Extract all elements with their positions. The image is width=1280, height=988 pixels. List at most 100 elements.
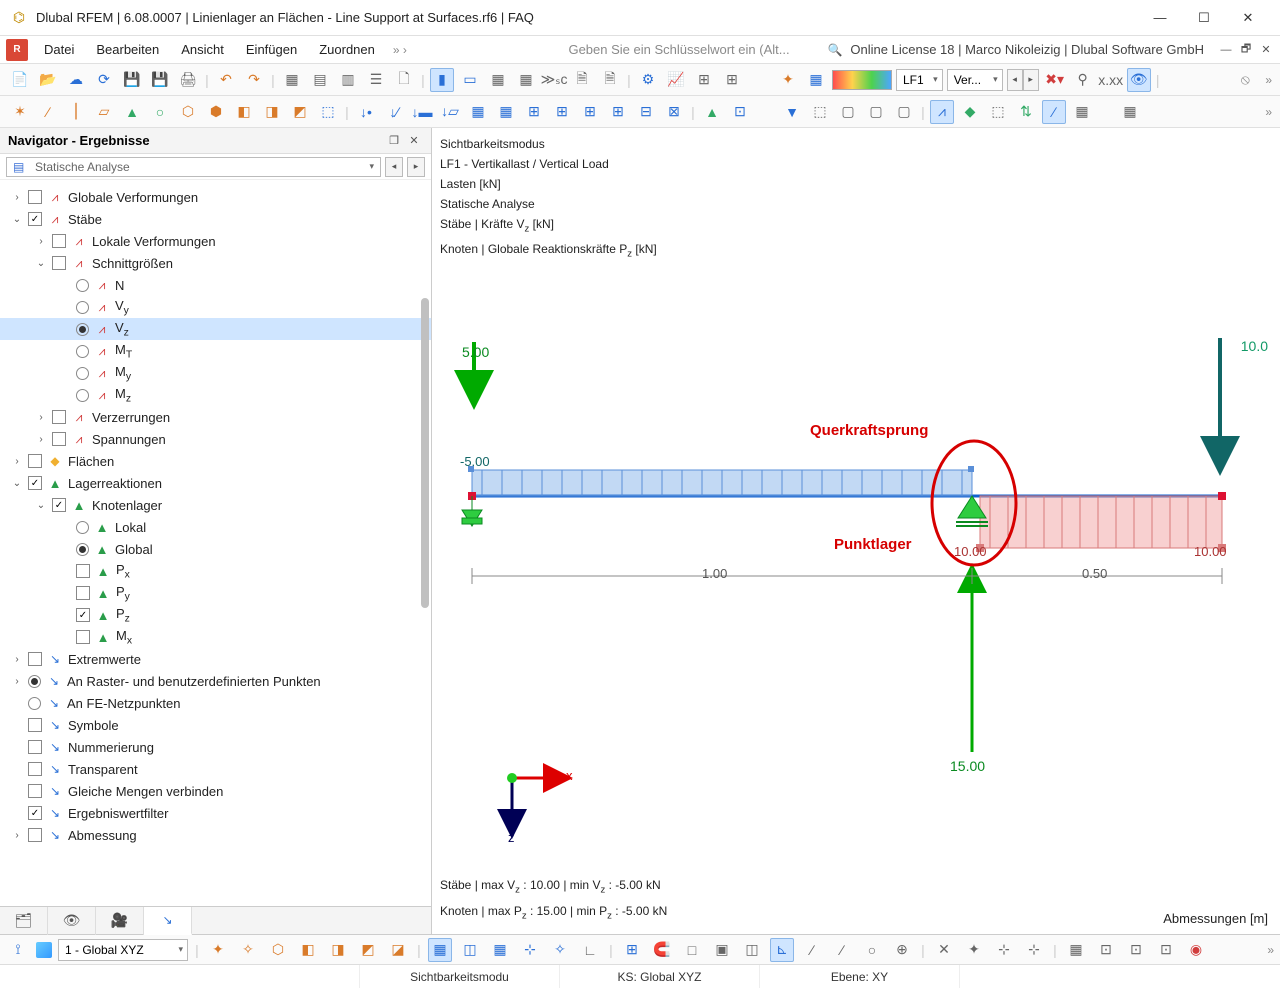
bt-btn[interactable]: ⊡ — [1124, 938, 1148, 962]
surface-button[interactable]: ▱ — [92, 100, 116, 124]
tree-item-transparent[interactable]: ↘Transparent — [0, 758, 431, 780]
tree-twisty[interactable]: ⌄ — [10, 478, 24, 489]
tree-item-st-be[interactable]: ⌄⩘Stäbe — [0, 208, 431, 230]
bt-btn[interactable]: ◫ — [740, 938, 764, 962]
analysis-next-button[interactable]: ▸ — [407, 157, 425, 177]
tb-btn[interactable]: ◨ — [260, 100, 284, 124]
bt-btn[interactable]: ▦ — [1064, 938, 1088, 962]
stop-button[interactable]: ⦸ — [1233, 68, 1257, 92]
snap-magnet-button[interactable]: 🧲 — [650, 938, 674, 962]
bt-btn[interactable]: ▦ — [488, 938, 512, 962]
tree-twisty[interactable]: › — [10, 676, 24, 687]
results-tree[interactable]: ›⩘Globale Verformungen⌄⩘Stäbe›⩘Lokale Ve… — [0, 180, 431, 906]
loadcase-combo[interactable]: LF1 — [896, 69, 943, 91]
tb-btn[interactable]: ☰ — [364, 68, 388, 92]
panel-toggle-button[interactable]: ▮ — [430, 68, 454, 92]
toolbar-overflow-icon[interactable]: » — [1265, 105, 1272, 119]
tree-item-mz[interactable]: ⩘Mz — [0, 384, 431, 406]
tb-btn[interactable]: 🗎 — [598, 68, 622, 92]
tb-btn[interactable]: ✦ — [776, 68, 800, 92]
calculate-button[interactable]: ⚙ — [636, 68, 660, 92]
tree-item-lokale-verformungen[interactable]: ›⩘Lokale Verformungen — [0, 230, 431, 252]
tree-item-lagerreaktionen[interactable]: ⌄▲Lagerreaktionen — [0, 472, 431, 494]
isosurfaces-toggle[interactable]: ◆ — [958, 100, 982, 124]
tree-radio[interactable] — [76, 521, 89, 534]
tb-btn[interactable]: 🗋 — [392, 68, 416, 92]
tree-checkbox[interactable] — [76, 630, 90, 644]
bt-btn[interactable]: ⊡ — [1094, 938, 1118, 962]
results-button[interactable]: 📈 — [664, 68, 688, 92]
bt-btn[interactable]: ⊹ — [1022, 938, 1046, 962]
tree-radio[interactable] — [76, 323, 89, 336]
tree-checkbox[interactable] — [28, 828, 42, 842]
grid-button[interactable]: ▦ — [1118, 100, 1142, 124]
panel-toggle-button[interactable]: ▭ — [458, 68, 482, 92]
coord-icon[interactable]: ⟟ — [6, 938, 30, 962]
tree-checkbox[interactable] — [28, 762, 42, 776]
tree-item-abmessung[interactable]: ›↘Abmessung — [0, 824, 431, 846]
tb-btn[interactable]: ⊟ — [634, 100, 658, 124]
tree-item-mt[interactable]: ⩘MT — [0, 340, 431, 362]
node-button[interactable]: ✶ — [8, 100, 32, 124]
undo-button[interactable]: ↶ — [214, 68, 238, 92]
nav-tab-views[interactable]: 🎥 — [96, 907, 144, 935]
tb-btn[interactable]: x.xx — [1099, 68, 1123, 92]
bt-btn[interactable]: ⊞ — [620, 938, 644, 962]
tree-checkbox[interactable] — [76, 564, 90, 578]
bt-btn[interactable]: ✧ — [548, 938, 572, 962]
tb-btn[interactable]: 🗎 — [570, 68, 594, 92]
bt-btn[interactable]: ◉ — [1184, 938, 1208, 962]
tree-twisty[interactable]: › — [10, 654, 24, 665]
tree-checkbox[interactable] — [52, 234, 66, 248]
load-surface-button[interactable]: ↓▱ — [438, 100, 462, 124]
view-z-button[interactable]: ▢ — [892, 100, 916, 124]
tree-radio[interactable] — [28, 675, 41, 688]
rfem-app-icon[interactable]: R — [6, 39, 28, 61]
bt-btn[interactable]: ◨ — [326, 938, 350, 962]
tree-radio[interactable] — [76, 279, 89, 292]
nav-tab-data[interactable]: 🗂 — [0, 907, 48, 935]
tb-btn[interactable]: ⬢ — [204, 100, 228, 124]
loadcase-name-combo[interactable]: Ver... — [947, 69, 1003, 91]
tree-checkbox[interactable] — [52, 256, 66, 270]
tree-radio[interactable] — [28, 697, 41, 710]
bt-btn[interactable]: ◧ — [296, 938, 320, 962]
mdi-minimize-button[interactable]: — — [1218, 42, 1234, 58]
tree-item-nummerierung[interactable]: ↘Nummerierung — [0, 736, 431, 758]
delete-results-button[interactable]: ✖▾ — [1043, 68, 1067, 92]
tb-btn[interactable]: ▦ — [804, 68, 828, 92]
bt-btn[interactable]: ◩ — [356, 938, 380, 962]
tree-item-vy[interactable]: ⩘Vy — [0, 296, 431, 318]
tree-checkbox[interactable] — [52, 410, 66, 424]
tb-btn[interactable]: ⇅ — [1014, 100, 1038, 124]
bt-btn[interactable]: ○ — [860, 938, 884, 962]
sync-button[interactable]: ⟳ — [92, 68, 116, 92]
tb-btn[interactable]: ▦ — [1070, 100, 1094, 124]
menu-view[interactable]: Ansicht — [171, 38, 234, 61]
tb-btn[interactable]: ▤ — [308, 68, 332, 92]
minimize-button[interactable]: — — [1138, 4, 1182, 32]
tree-checkbox[interactable] — [28, 190, 42, 204]
show-results-toggle[interactable]: 👁 — [1127, 68, 1151, 92]
mdi-restore-button[interactable]: 🗗 — [1238, 42, 1254, 58]
bt-btn[interactable]: ▣ — [710, 938, 734, 962]
bt-btn[interactable]: ⊹ — [518, 938, 542, 962]
tree-item-py[interactable]: ▲Py — [0, 582, 431, 604]
tree-item-px[interactable]: ▲Px — [0, 560, 431, 582]
tree-item-my[interactable]: ⩘My — [0, 362, 431, 384]
load-member-button[interactable]: ↓▬ — [410, 100, 434, 124]
tb-btn[interactable]: ▦ — [486, 68, 510, 92]
tb-btn[interactable]: ▦ — [494, 100, 518, 124]
navigator-close-button[interactable]: ✕ — [405, 132, 423, 150]
search-icon[interactable]: 🔍 — [827, 43, 842, 57]
tree-item-ergebniswertfilter[interactable]: ↘Ergebniswertfilter — [0, 802, 431, 824]
tree-twisty[interactable]: › — [34, 434, 48, 445]
tb-btn[interactable]: ▲ — [700, 100, 724, 124]
tree-checkbox[interactable] — [76, 586, 90, 600]
nav-tab-display[interactable]: 👁 — [48, 907, 96, 935]
tree-item-mx[interactable]: ▲Mx — [0, 626, 431, 648]
menu-search-input[interactable]: Geben Sie ein Schlüsselwort ein (Alt... — [559, 39, 819, 60]
support-button[interactable]: ▲ — [120, 100, 144, 124]
tree-radio[interactable] — [76, 301, 89, 314]
tb-btn[interactable]: ⊞ — [720, 68, 744, 92]
